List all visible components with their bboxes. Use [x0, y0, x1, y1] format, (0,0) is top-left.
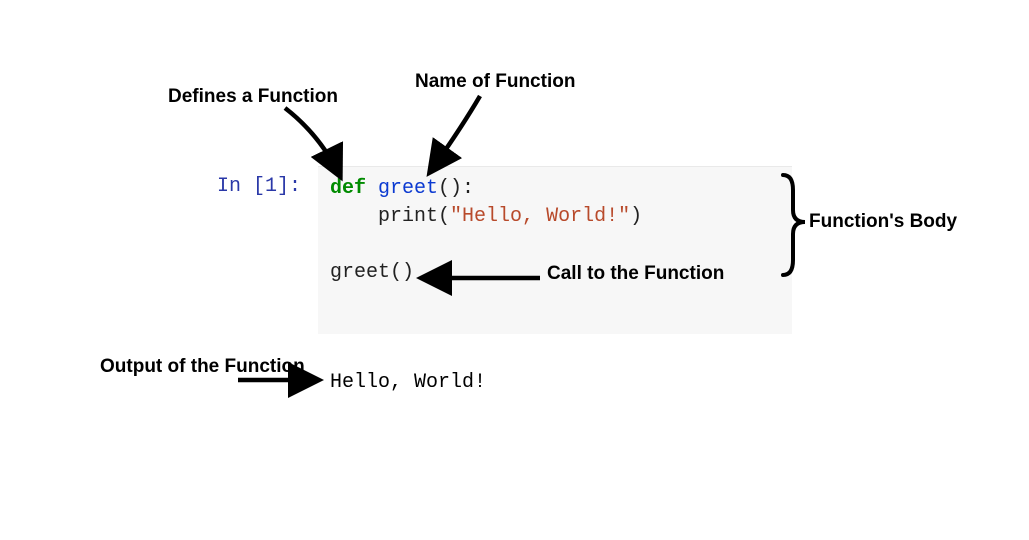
defines-function-label: Defines a Function — [168, 85, 338, 109]
output-of-function-label: Output of the Function — [100, 355, 305, 379]
input-prompt: In [1]: — [217, 175, 301, 198]
call-to-function-label: Call to the Function — [547, 263, 724, 286]
string-literal: "Hello, World!" — [450, 205, 630, 228]
functions-body-label: Function's Body — [809, 210, 957, 234]
arrow-icon — [430, 96, 480, 172]
keyword-def: def — [330, 177, 366, 200]
print-close: ) — [630, 205, 642, 228]
signature-close: (): — [438, 177, 474, 200]
function-name: greet — [378, 177, 438, 200]
function-call: greet() — [330, 261, 414, 284]
cell-output: Hello, World! — [330, 371, 486, 394]
print-call: print — [378, 205, 438, 228]
print-open: ( — [438, 205, 450, 228]
name-of-function-label: Name of Function — [415, 70, 575, 94]
